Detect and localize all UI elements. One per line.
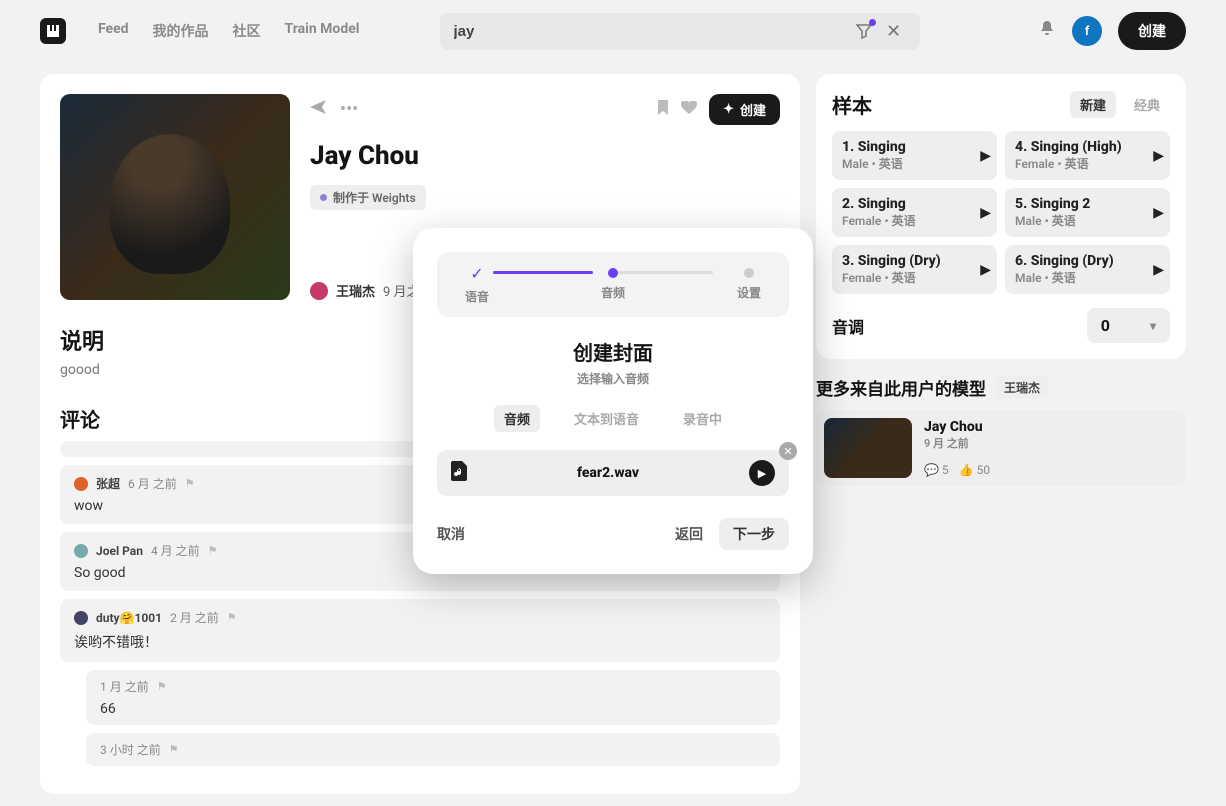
step-bar-2 [613, 271, 713, 274]
back-button[interactable]: 返回 [675, 524, 703, 544]
step-dot [744, 268, 754, 278]
audio-file-icon [451, 461, 467, 486]
step-settings[interactable]: 设置 [737, 268, 761, 301]
modal-backdrop: ✓ 语音 音频 设置 创建封面 选择输入音频 音频 文本到语音 录音中 fear… [0, 0, 1226, 762]
check-icon: ✓ [468, 264, 486, 282]
next-button[interactable]: 下一步 [719, 518, 789, 550]
mtab-audio[interactable]: 音频 [494, 405, 540, 432]
create-cover-modal: ✓ 语音 音频 设置 创建封面 选择输入音频 音频 文本到语音 录音中 fear… [413, 228, 813, 574]
cancel-button[interactable]: 取消 [437, 524, 465, 544]
step-voice[interactable]: ✓ 语音 [465, 264, 489, 305]
file-name: fear2.wav [479, 465, 737, 481]
modal-sub: 选择输入音频 [437, 370, 789, 387]
modal-title: 创建封面 [437, 337, 789, 366]
modal-tabs: 音频 文本到语音 录音中 [437, 405, 789, 432]
play-icon[interactable]: ▶ [749, 460, 775, 486]
step-dot-active [608, 268, 618, 278]
step-audio-label: 音频 [601, 284, 625, 301]
remove-file-icon[interactable]: ✕ [779, 442, 797, 460]
stepper: ✓ 语音 音频 设置 [437, 252, 789, 317]
step-voice-label: 语音 [465, 288, 489, 305]
step-audio[interactable]: 音频 [601, 268, 625, 301]
step-settings-label: 设置 [737, 284, 761, 301]
modal-foot: 取消 返回 下一步 [437, 518, 789, 550]
mtab-recording[interactable]: 录音中 [673, 405, 732, 432]
step-bar-1 [493, 271, 593, 274]
mtab-tts[interactable]: 文本到语音 [564, 405, 649, 432]
file-row: fear2.wav ▶ ✕ [437, 450, 789, 496]
